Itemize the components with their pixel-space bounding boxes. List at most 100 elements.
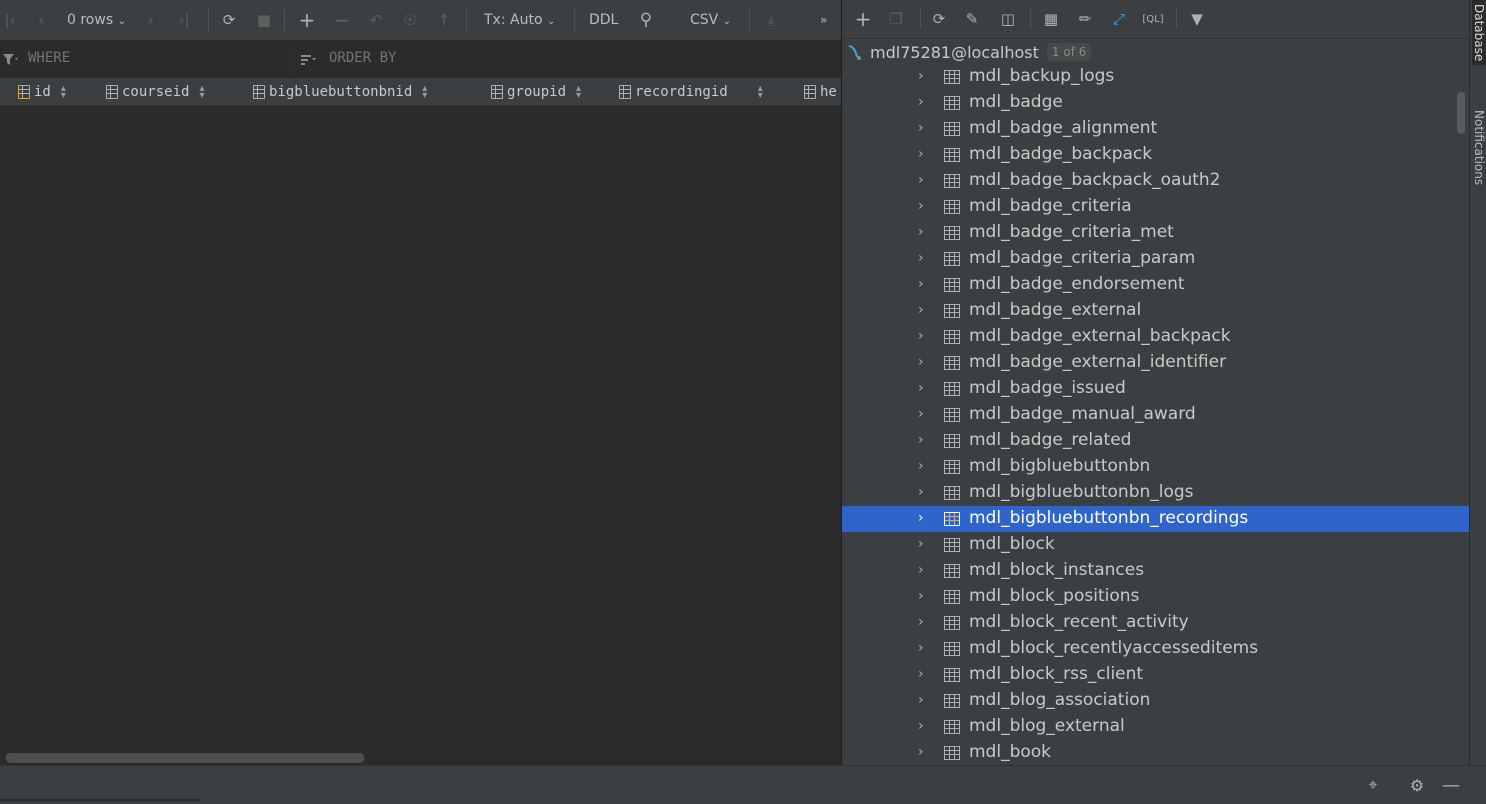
stop-icon[interactable]: ■ — [254, 8, 274, 32]
edit-icon[interactable]: ✏ — [1074, 8, 1096, 30]
order-by-input[interactable]: ORDER BY — [329, 50, 396, 66]
preview-changes-icon[interactable]: ☉ — [398, 8, 422, 32]
sort-toggle-icon[interactable]: ▴ ▾ — [61, 83, 66, 100]
chevron-right-icon[interactable]: › — [918, 641, 928, 655]
table-tree-item[interactable]: › mdl_badge — [842, 90, 1469, 116]
chevron-right-icon[interactable]: › — [918, 511, 928, 525]
chevron-right-icon[interactable]: › — [918, 485, 928, 499]
column-header-recordingid[interactable]: recordingid ▴ ▾ — [619, 78, 763, 105]
add-row-icon[interactable]: + — [296, 8, 318, 32]
tree-root-connection[interactable]: mdl75281@localhost 1 of 6 — [842, 40, 1092, 64]
table-tree-item[interactable]: › mdl_badge_criteria_param — [842, 246, 1469, 272]
chevron-right-icon[interactable]: › — [918, 615, 928, 629]
table-tree-item[interactable]: › mdl_bigbluebuttonbn_recordings — [842, 506, 1469, 532]
more-actions-button[interactable]: » — [820, 8, 827, 32]
gear-icon[interactable]: ⚙ — [1406, 774, 1428, 796]
refresh-icon[interactable]: ⟳ — [928, 8, 950, 30]
download-icon[interactable]: ⤓ — [760, 8, 782, 32]
table-view-icon[interactable]: ▦ — [1040, 8, 1062, 30]
chevron-right-icon[interactable]: › — [918, 745, 928, 759]
table-tree-item[interactable]: › mdl_bigbluebuttonbn_logs — [842, 480, 1469, 506]
jump-to-console-icon[interactable]: ⤢ — [1108, 8, 1130, 30]
table-tree-item[interactable]: › mdl_badge_external_backpack — [842, 324, 1469, 350]
where-filter-input[interactable]: WHERE — [28, 50, 70, 66]
table-tree-item[interactable]: › mdl_badge_issued — [842, 376, 1469, 402]
table-tree-item[interactable]: › mdl_backup_logs — [842, 64, 1469, 90]
table-tree-item[interactable]: › mdl_blog_association — [842, 688, 1469, 714]
table-tree-item[interactable]: › mdl_badge_related — [842, 428, 1469, 454]
table-tree-item[interactable]: › mdl_book — [842, 740, 1469, 765]
next-page-icon[interactable]: › — [142, 8, 160, 32]
chevron-right-icon[interactable]: › — [918, 69, 928, 83]
chevron-right-icon[interactable]: › — [918, 225, 928, 239]
column-header-id[interactable]: id ▴ ▾ — [18, 78, 66, 105]
vertical-scroll-thumb[interactable] — [1457, 92, 1465, 134]
chevron-right-icon[interactable]: › — [918, 433, 928, 447]
chevron-right-icon[interactable]: › — [918, 355, 928, 369]
add-icon[interactable]: + — [852, 7, 874, 31]
sort-toggle-icon[interactable]: ▴ ▾ — [758, 83, 763, 100]
transaction-mode-dropdown[interactable]: Tx: Auto ⌄ — [484, 8, 555, 32]
table-tree-item[interactable]: › mdl_badge_backpack — [842, 142, 1469, 168]
schema-count-badge[interactable]: 1 of 6 — [1046, 43, 1092, 61]
chevron-right-icon[interactable]: › — [918, 199, 928, 213]
minimize-icon[interactable]: — — [1440, 774, 1462, 796]
notifications-tab[interactable]: Notifications — [1472, 110, 1486, 185]
table-tree-item[interactable]: › mdl_block — [842, 532, 1469, 558]
database-tab[interactable]: Database — [1472, 0, 1486, 66]
first-page-icon[interactable]: |‹ — [2, 8, 18, 32]
column-header-groupid[interactable]: groupid ▴ ▾ — [491, 78, 581, 105]
refresh-icon[interactable]: ⟳ — [218, 8, 240, 32]
horizontal-scroll-thumb[interactable] — [6, 753, 364, 763]
filter-icon[interactable]: ▼ — [1186, 8, 1208, 30]
table-tree-item[interactable]: › mdl_block_recent_activity — [842, 610, 1469, 636]
chevron-right-icon[interactable]: › — [918, 121, 928, 135]
table-tree-item[interactable]: › mdl_block_recentlyaccesseditems — [842, 636, 1469, 662]
table-tree-item[interactable]: › mdl_badge_external_identifier — [842, 350, 1469, 376]
chevron-right-icon[interactable]: › — [918, 563, 928, 577]
last-page-icon[interactable]: ›| — [174, 8, 194, 32]
table-tree-item[interactable]: › mdl_block_instances — [842, 558, 1469, 584]
chevron-right-icon[interactable]: › — [918, 667, 928, 681]
table-tree-item[interactable]: › mdl_badge_criteria — [842, 194, 1469, 220]
chevron-right-icon[interactable]: › — [918, 693, 928, 707]
chevron-right-icon[interactable]: › — [918, 95, 928, 109]
chevron-right-icon[interactable]: › — [918, 173, 928, 187]
chevron-right-icon[interactable]: › — [918, 537, 928, 551]
chevron-right-icon[interactable]: › — [918, 459, 928, 473]
table-tree-item[interactable]: › mdl_block_rss_client — [842, 662, 1469, 688]
table-tree-item[interactable]: › mdl_bigbluebuttonbn — [842, 454, 1469, 480]
revert-icon[interactable]: ↶ — [365, 8, 387, 32]
sort-toggle-icon[interactable]: ▴ ▾ — [199, 83, 204, 100]
chevron-right-icon[interactable]: › — [918, 407, 928, 421]
schema-properties-icon[interactable]: ✎ — [961, 8, 983, 30]
table-tree-item[interactable]: › mdl_badge_endorsement — [842, 272, 1469, 298]
table-tree-item[interactable]: › mdl_badge_external — [842, 298, 1469, 324]
chevron-right-icon[interactable]: › — [918, 589, 928, 603]
disconnect-database-icon[interactable]: ◫ — [997, 8, 1019, 30]
table-tree-item[interactable]: › mdl_badge_backpack_oauth2 — [842, 168, 1469, 194]
chevron-right-icon[interactable]: › — [918, 147, 928, 161]
chevron-right-icon[interactable]: › — [918, 303, 928, 317]
crosshair-icon[interactable]: ⌖ — [1362, 774, 1384, 796]
column-header-headless[interactable]: he — [804, 78, 837, 105]
sort-toggle-icon[interactable]: ▴ ▾ — [422, 83, 427, 100]
table-tree-item[interactable]: › mdl_badge_manual_award — [842, 402, 1469, 428]
rows-count-dropdown[interactable]: 0 rows ⌄ — [67, 8, 126, 32]
chevron-right-icon[interactable]: › — [918, 277, 928, 291]
chevron-right-icon[interactable]: › — [918, 251, 928, 265]
chevron-right-icon[interactable]: › — [918, 329, 928, 343]
column-header-courseid[interactable]: courseid ▴ ▾ — [106, 78, 204, 105]
table-tree-item[interactable]: › mdl_badge_criteria_met — [842, 220, 1469, 246]
sort-toggle-icon[interactable]: ▴ ▾ — [576, 83, 581, 100]
previous-page-icon[interactable]: ‹ — [32, 8, 50, 32]
export-format-dropdown[interactable]: CSV ⌄ — [690, 8, 731, 32]
submit-icon[interactable]: ↑ — [433, 8, 455, 32]
chevron-right-icon[interactable]: › — [918, 719, 928, 733]
table-tree-item[interactable]: › mdl_blog_external — [842, 714, 1469, 740]
query-console-icon[interactable]: [QL] — [1142, 8, 1164, 30]
duplicate-icon[interactable]: ❐ — [885, 8, 907, 30]
chevron-right-icon[interactable]: › — [918, 381, 928, 395]
delete-row-icon[interactable]: − — [331, 8, 353, 32]
search-icon[interactable]: ⚲ — [634, 8, 658, 32]
